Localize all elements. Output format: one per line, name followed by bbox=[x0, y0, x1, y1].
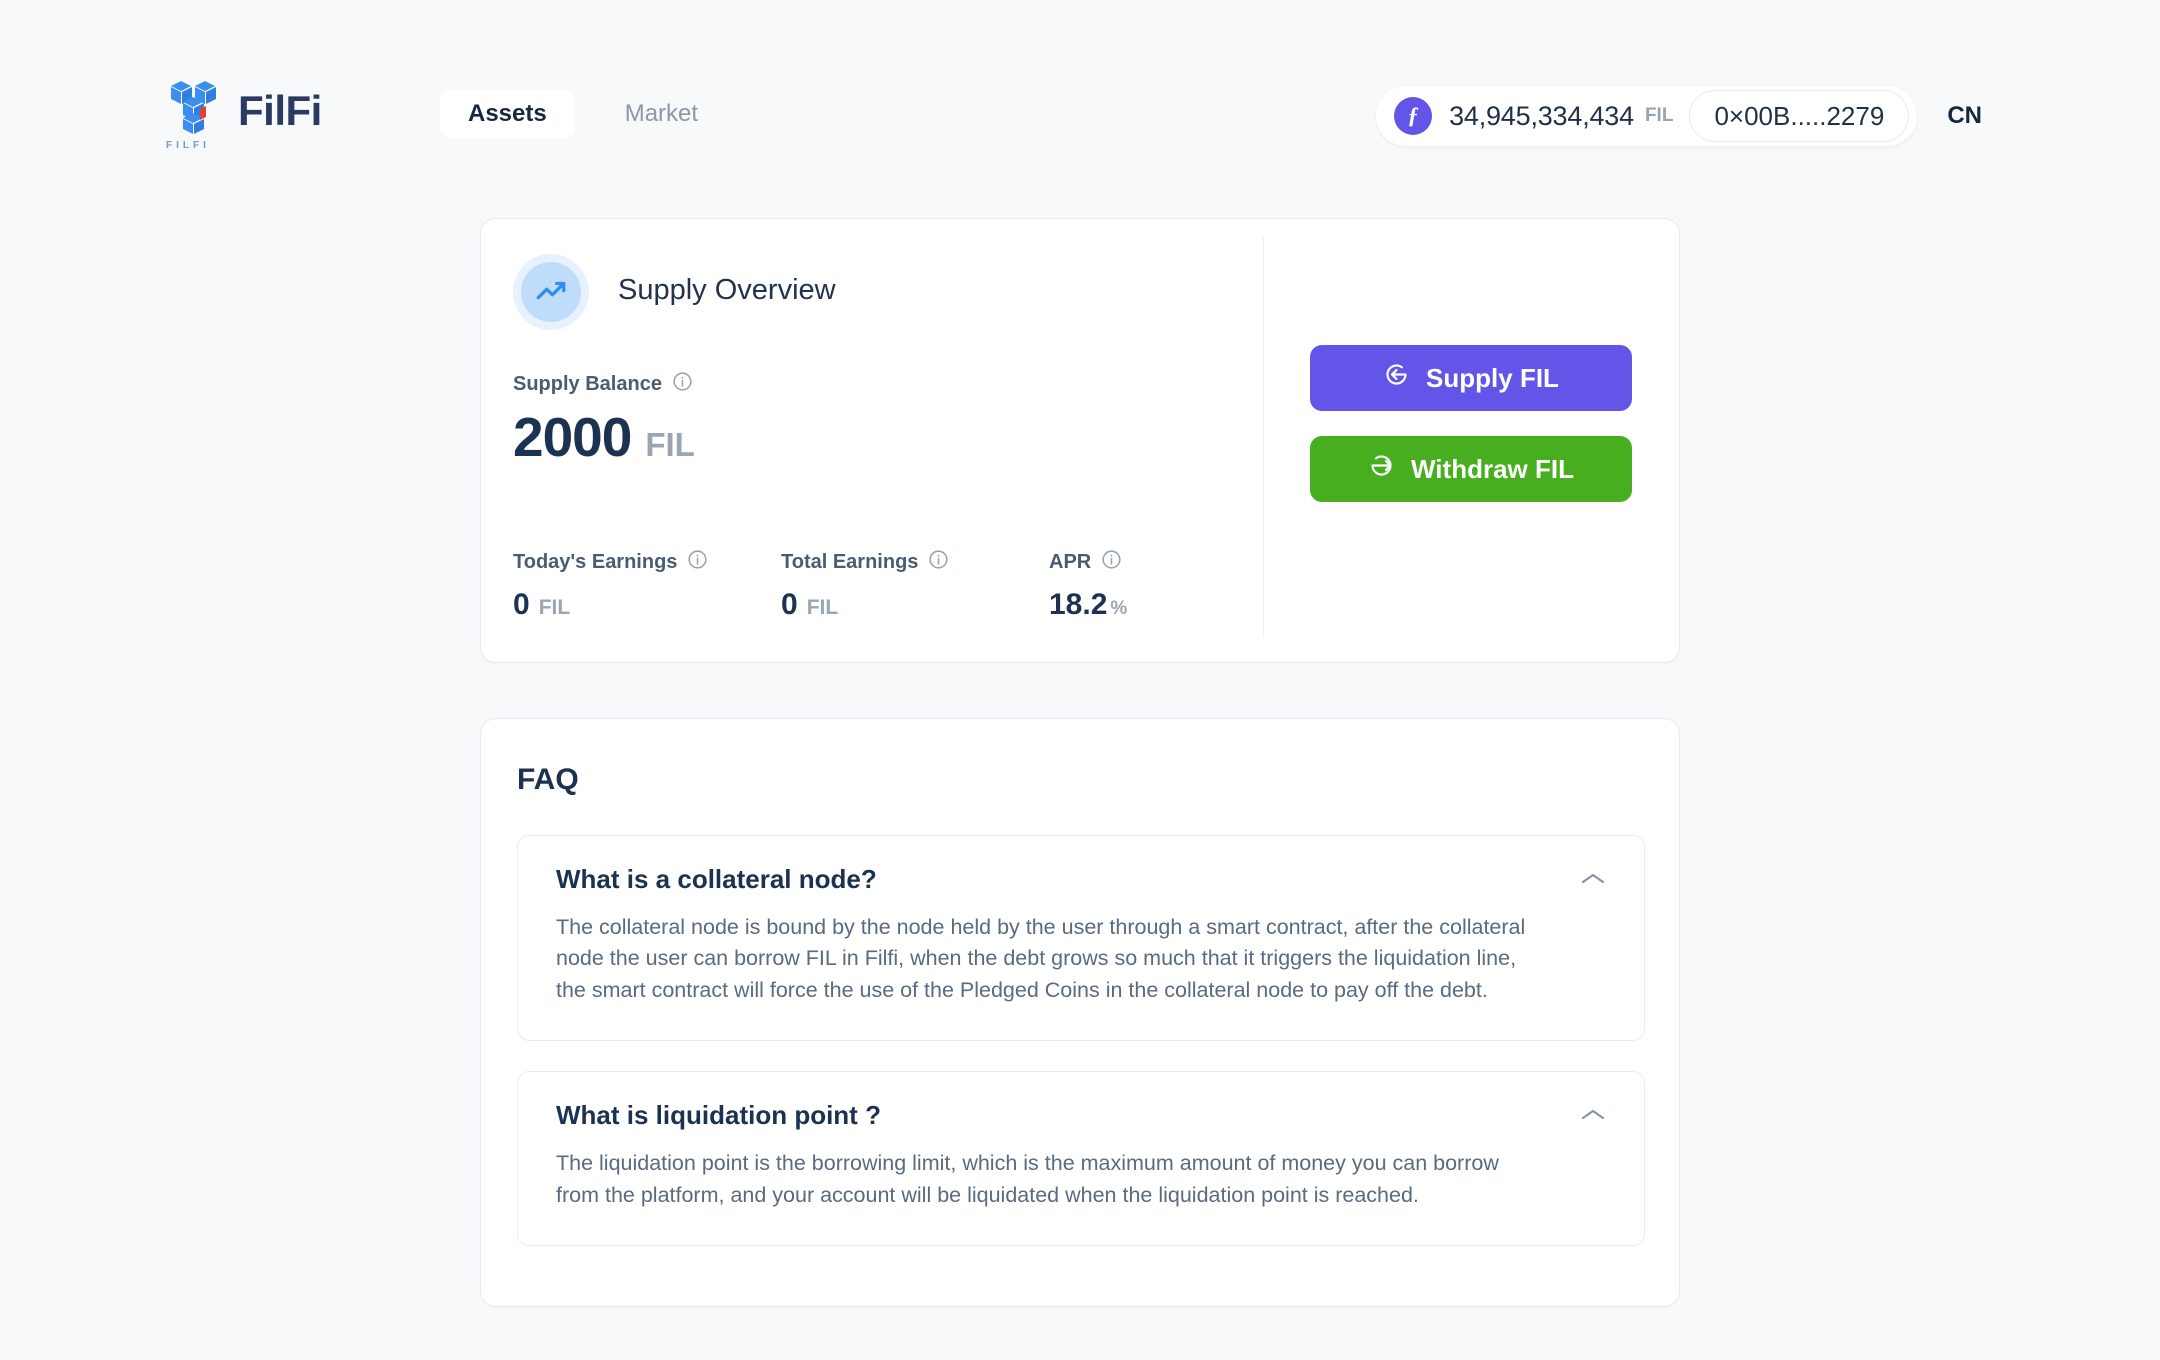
brand-name: FilFi bbox=[238, 87, 322, 134]
supply-balance-unit: FIL bbox=[645, 426, 695, 463]
info-icon[interactable] bbox=[1101, 549, 1122, 576]
stat-number: 0 bbox=[781, 588, 798, 621]
supply-overview-card: Supply Overview Supply Balance 2000 FIL … bbox=[480, 218, 1680, 663]
wallet-balance-amount: 34,945,334,434 bbox=[1449, 100, 1634, 131]
nav-item-market[interactable]: Market bbox=[597, 90, 726, 138]
arrow-circle-left-icon bbox=[1383, 361, 1410, 395]
stat-total-earnings: Total Earnings 0 FIL bbox=[781, 549, 1049, 620]
stat-label: Total Earnings bbox=[781, 549, 1049, 576]
stat-unit: FIL bbox=[538, 596, 571, 619]
stat-todays-earnings: Today's Earnings 0 FIL bbox=[513, 549, 781, 620]
stat-number: 18.2 bbox=[1049, 588, 1108, 621]
stat-label-text: Today's Earnings bbox=[513, 551, 678, 573]
supply-balance-number: 2000 bbox=[513, 406, 632, 468]
supply-overview-icon-badge bbox=[513, 254, 589, 330]
faq-title: FAQ bbox=[517, 763, 579, 796]
supply-balance-value: 2000 FIL bbox=[513, 404, 695, 470]
stat-unit: FIL bbox=[806, 596, 839, 619]
wallet-balance-pill[interactable]: ƒ 34,945,334,434 FIL 0×00B.....2279 bbox=[1376, 86, 1918, 146]
language-toggle[interactable]: CN bbox=[1947, 102, 1982, 130]
app-header: FILFI FilFi Assets Market ƒ 34,945,334,4… bbox=[0, 0, 2160, 172]
stat-label: APR bbox=[1049, 549, 1127, 576]
info-icon[interactable] bbox=[928, 549, 949, 576]
faq-answer: The collateral node is bound by the node… bbox=[556, 915, 1526, 1002]
stat-value: 18.2 % bbox=[1049, 590, 1127, 620]
stat-value: 0 FIL bbox=[781, 590, 1049, 620]
supply-overview-title: Supply Overview bbox=[618, 274, 836, 306]
stat-label-text: Total Earnings bbox=[781, 551, 919, 573]
supply-fil-button-label: Supply FIL bbox=[1426, 362, 1559, 393]
stat-unit: % bbox=[1110, 598, 1128, 619]
supply-balance-label: Supply Balance bbox=[513, 371, 693, 398]
trending-up-icon bbox=[521, 262, 581, 322]
stat-apr: APR 18.2 % bbox=[1049, 549, 1127, 620]
arrow-circle-right-icon bbox=[1368, 452, 1395, 486]
faq-question: What is a collateral node? bbox=[556, 864, 877, 894]
main-nav: Assets Market bbox=[440, 90, 726, 138]
info-icon[interactable] bbox=[672, 371, 693, 398]
chevron-up-icon[interactable] bbox=[1576, 866, 1610, 892]
supply-stats-row: Today's Earnings 0 FIL Total Earnings 0 … bbox=[513, 549, 1127, 620]
filfi-logo-icon: FILFI bbox=[162, 78, 224, 151]
filecoin-token-icon: ƒ bbox=[1394, 97, 1433, 135]
withdraw-fil-button[interactable]: Withdraw FIL bbox=[1310, 436, 1632, 502]
wallet-balance-unit: FIL bbox=[1644, 105, 1674, 126]
stat-value: 0 FIL bbox=[513, 590, 781, 620]
info-icon[interactable] bbox=[687, 549, 708, 576]
card-divider bbox=[1263, 237, 1264, 637]
supply-balance-label-text: Supply Balance bbox=[513, 373, 662, 395]
faq-answer: The liquidation point is the borrowing l… bbox=[556, 1151, 1499, 1207]
stat-label-text: APR bbox=[1049, 551, 1092, 573]
faq-card: FAQ What is a collateral node? The colla… bbox=[480, 718, 1680, 1307]
chevron-up-icon[interactable] bbox=[1576, 1102, 1610, 1128]
nav-item-assets[interactable]: Assets bbox=[440, 90, 575, 138]
header-actions: ƒ 34,945,334,434 FIL 0×00B.....2279 CN bbox=[1376, 86, 1982, 146]
faq-list: What is a collateral node? The collatera… bbox=[517, 835, 1645, 1246]
supply-card-actions: Supply FIL Withdraw FIL bbox=[1310, 345, 1632, 502]
stat-number: 0 bbox=[513, 588, 530, 621]
wallet-address-chip[interactable]: 0×00B.....2279 bbox=[1689, 90, 1910, 142]
brand-logo[interactable]: FILFI FilFi bbox=[162, 78, 322, 151]
logo-caption: FILFI bbox=[166, 140, 210, 151]
stat-label: Today's Earnings bbox=[513, 549, 781, 576]
faq-item[interactable]: What is a collateral node? The collatera… bbox=[517, 835, 1645, 1042]
withdraw-fil-button-label: Withdraw FIL bbox=[1411, 453, 1574, 484]
faq-question: What is liquidation point ? bbox=[556, 1100, 881, 1131]
faq-item[interactable]: What is liquidation point ? The liquidat… bbox=[517, 1071, 1645, 1246]
supply-fil-button[interactable]: Supply FIL bbox=[1310, 345, 1632, 411]
